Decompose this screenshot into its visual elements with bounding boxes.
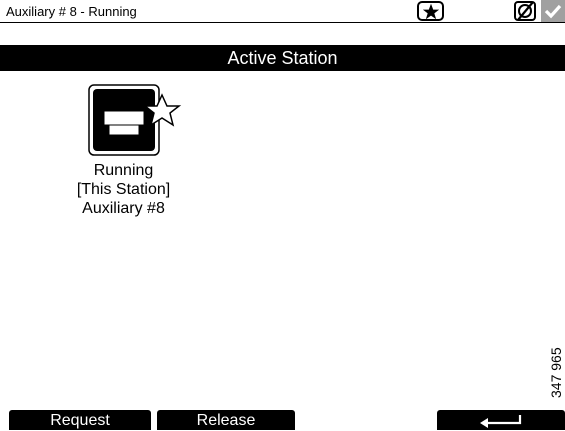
request-button[interactable]: Request	[9, 410, 151, 430]
no-signal-indicator	[510, 0, 540, 22]
station-star-icon	[87, 83, 182, 157]
confirm-indicator	[541, 0, 565, 22]
station-status: Running	[93, 162, 154, 179]
station-name: Auxiliary #8	[82, 200, 165, 217]
screen: Auxiliary # 8 - Running Active Station R…	[0, 0, 565, 430]
page-title: Active Station	[0, 45, 565, 71]
return-arrow-icon	[480, 415, 522, 428]
reference-code: 347 965	[548, 347, 564, 398]
checkmark-icon	[544, 4, 562, 19]
star-icon	[422, 3, 439, 19]
no-signal-icon	[514, 1, 536, 21]
release-button[interactable]: Release	[157, 410, 295, 430]
status-bar: Auxiliary # 8 - Running	[0, 0, 565, 23]
station-labels: Running [This Station] Auxiliary #8	[70, 161, 177, 218]
favorite-star-button[interactable]	[417, 1, 444, 21]
back-button[interactable]	[437, 410, 565, 430]
station-location: [This Station]	[76, 181, 171, 198]
status-title: Auxiliary # 8 - Running	[6, 4, 137, 19]
